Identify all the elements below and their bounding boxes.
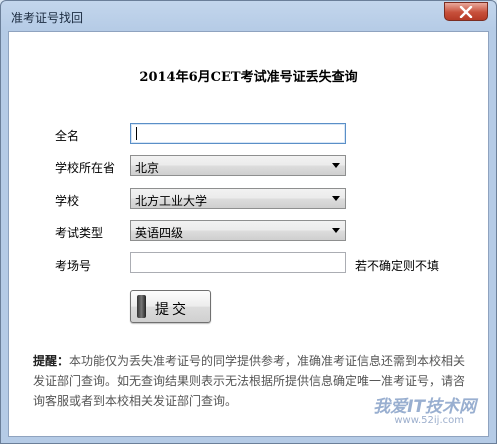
watermark-url: www.52ij.com <box>394 415 464 426</box>
school-selected: 北方工业大学 <box>135 194 208 208</box>
province-selected: 北京 <box>135 161 160 175</box>
button-knob-icon <box>137 295 146 318</box>
dialog-content: 2014年6月CET考试准号证丢失查询 全名 学校所在省 北京 学校 北方工业大… <box>8 31 489 437</box>
name-input[interactable] <box>130 123 346 144</box>
name-label: 全名 <box>55 129 80 143</box>
submit-label: 提交 <box>155 302 189 318</box>
dialog-window: 准考证号找回 2014年6月CET考试准号证丢失查询 全名 学校所在省 北京 学… <box>0 0 497 444</box>
watermark-logo: 我爱IT技术网 www.52ij.com <box>328 390 478 430</box>
text-caret <box>136 127 137 140</box>
form-heading: 2014年6月CET考试准号证丢失查询 <box>139 70 358 85</box>
province-select[interactable]: 北京 <box>130 155 346 176</box>
room-label: 考场号 <box>55 259 92 273</box>
chevron-down-icon <box>332 196 340 201</box>
province-label: 学校所在省 <box>55 161 116 175</box>
school-label: 学校 <box>55 194 80 208</box>
exam-type-select[interactable]: 英语四级 <box>130 220 346 241</box>
notice-title: 提醒： <box>33 354 70 368</box>
room-input[interactable] <box>130 252 346 273</box>
watermark-text: 我爱IT技术网 <box>373 397 476 417</box>
close-icon <box>459 6 473 18</box>
submit-button[interactable]: 提交 <box>130 290 211 323</box>
window-title: 准考证号找回 <box>11 11 84 25</box>
chevron-down-icon <box>332 228 340 233</box>
school-select[interactable]: 北方工业大学 <box>130 188 346 209</box>
exam-type-label: 考试类型 <box>55 226 104 240</box>
chevron-down-icon <box>332 163 340 168</box>
close-button[interactable] <box>444 2 488 21</box>
room-hint: 若不确定则不填 <box>355 259 440 273</box>
title-bar[interactable]: 准考证号找回 <box>1 1 496 31</box>
exam-type-selected: 英语四级 <box>135 226 184 240</box>
